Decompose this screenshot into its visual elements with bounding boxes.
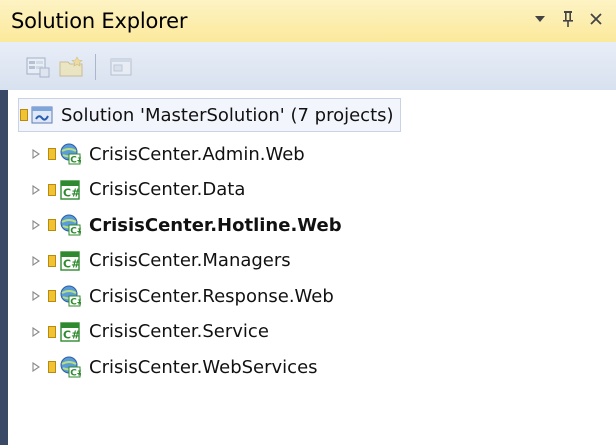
toolbar-separator — [95, 54, 96, 80]
project-label: CrisisCenter.Hotline.Web — [89, 214, 342, 236]
web-project-icon: C# — [59, 285, 81, 307]
tree-node-project[interactable]: C# CrisisCenter.Hotline.Web — [17, 208, 342, 242]
expand-arrow-icon[interactable] — [29, 218, 43, 232]
source-control-lock-icon — [47, 325, 57, 339]
source-control-lock-icon — [19, 108, 29, 122]
dropdown-icon[interactable] — [526, 6, 554, 32]
pin-icon[interactable] — [554, 6, 582, 32]
expand-arrow-icon[interactable] — [29, 289, 43, 303]
tree-node-project[interactable]: C# CrisisCenter.Admin.Web — [17, 137, 305, 171]
svg-text:C#: C# — [70, 369, 81, 379]
project-label: CrisisCenter.Managers — [89, 250, 291, 271]
svg-text:C#: C# — [70, 227, 81, 237]
expand-arrow-icon[interactable] — [29, 183, 43, 197]
tree-node-project[interactable]: C# CrisisCenter.Managers — [17, 244, 291, 278]
title-bar: Solution Explorer — [0, 0, 616, 42]
expand-arrow-icon[interactable] — [29, 360, 43, 374]
csharp-project-icon: C# — [59, 250, 81, 272]
show-all-files-icon[interactable] — [55, 50, 89, 84]
svg-text:C#: C# — [70, 298, 81, 308]
title-buttons — [526, 6, 610, 32]
source-control-lock-icon — [47, 147, 57, 161]
panel-left-edge — [0, 90, 8, 445]
source-control-lock-icon — [47, 254, 57, 268]
source-control-lock-icon — [47, 289, 57, 303]
svg-text:C#: C# — [70, 156, 81, 166]
source-control-lock-icon — [47, 183, 57, 197]
web-project-icon: C# — [59, 143, 81, 165]
toolbar — [0, 42, 616, 90]
project-label: CrisisCenter.Data — [89, 179, 246, 200]
tree-node-solution[interactable]: Solution 'MasterSolution' (7 projects) — [18, 98, 401, 132]
web-project-icon: C# — [59, 214, 81, 236]
web-project-icon: C# — [59, 356, 81, 378]
properties-icon[interactable] — [21, 50, 55, 84]
project-label: CrisisCenter.Service — [89, 321, 269, 342]
tree-node-project[interactable]: C# CrisisCenter.Response.Web — [17, 279, 334, 313]
tree-node-project[interactable]: C# CrisisCenter.Service — [17, 315, 269, 349]
expand-arrow-icon[interactable] — [29, 325, 43, 339]
panel-title: Solution Explorer — [11, 9, 188, 33]
expand-arrow-icon[interactable] — [29, 254, 43, 268]
project-label: CrisisCenter.WebServices — [89, 356, 318, 378]
project-label: CrisisCenter.Admin.Web — [89, 143, 305, 165]
source-control-lock-icon — [47, 218, 57, 232]
csharp-project-icon: C# — [59, 179, 81, 201]
tree-node-project[interactable]: C# CrisisCenter.Data — [17, 173, 245, 207]
svg-text:C#: C# — [63, 257, 80, 270]
solution-label: Solution 'MasterSolution' (7 projects) — [61, 104, 394, 126]
source-control-lock-icon — [47, 360, 57, 374]
solution-explorer-panel: Solution Explorer Solution 'MasterSoluti… — [0, 0, 616, 445]
solution-icon — [31, 104, 53, 126]
tree-node-project[interactable]: C# CrisisCenter.WebServices — [17, 350, 318, 384]
view-code-icon[interactable] — [104, 50, 138, 84]
svg-text:C#: C# — [63, 328, 80, 341]
svg-text:C#: C# — [63, 186, 80, 199]
csharp-project-icon: C# — [59, 321, 81, 343]
expand-arrow-icon[interactable] — [29, 147, 43, 161]
close-icon[interactable] — [582, 6, 610, 32]
project-label: CrisisCenter.Response.Web — [89, 285, 334, 307]
